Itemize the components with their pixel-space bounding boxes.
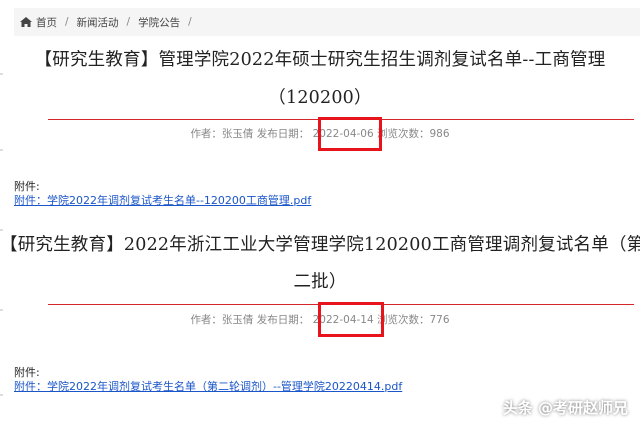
breadcrumb-home-link[interactable]: 首页 [36,15,57,30]
article-views-label: 浏览次数： [377,128,430,140]
article-date-label: 发布日期： [256,128,310,140]
date-highlight-box [318,117,382,151]
article-author: 作者：张玉倩 [190,128,254,140]
article-views: 986 [429,128,450,140]
breadcrumb-separator: / [188,16,192,28]
article-title-line1: 【研究生教育】管理学院2022年硕士研究生招生调剂复试名单--工商管理 [34,50,606,70]
article-author: 作者：张玉倩 [190,314,254,326]
article-date-label: 发布日期： [256,314,310,326]
article-views: 776 [429,314,450,326]
home-icon [20,17,32,27]
date-highlight-box [318,302,384,337]
breadcrumb-separator: / [126,16,131,28]
attachment-link[interactable]: 附件：学院2022年调剂复试考生名单--120200工商管理.pdf [14,192,311,208]
article-title-line2: （120200） [268,88,372,108]
article-title-line2: 二批） [293,272,347,292]
breadcrumb: 首页 / 新闻活动 / 学院公告 / [14,8,640,36]
watermark: 头条 @考研赵师兄 [502,399,628,417]
article-views-label: 浏览次数： [377,314,430,326]
breadcrumb-news-link[interactable]: 新闻活动 [77,15,119,30]
breadcrumb-separator: / [65,16,69,28]
attachment-link[interactable]: 附件：学院2022年调剂复试考生名单（第二轮调剂）--管理学院20220414.… [14,378,402,394]
breadcrumb-announcements-link[interactable]: 学院公告 [138,15,180,30]
article-title-line1: 【研究生教育】2022年浙江工业大学管理学院120200工商管理调剂复试名单（第 [0,235,640,255]
